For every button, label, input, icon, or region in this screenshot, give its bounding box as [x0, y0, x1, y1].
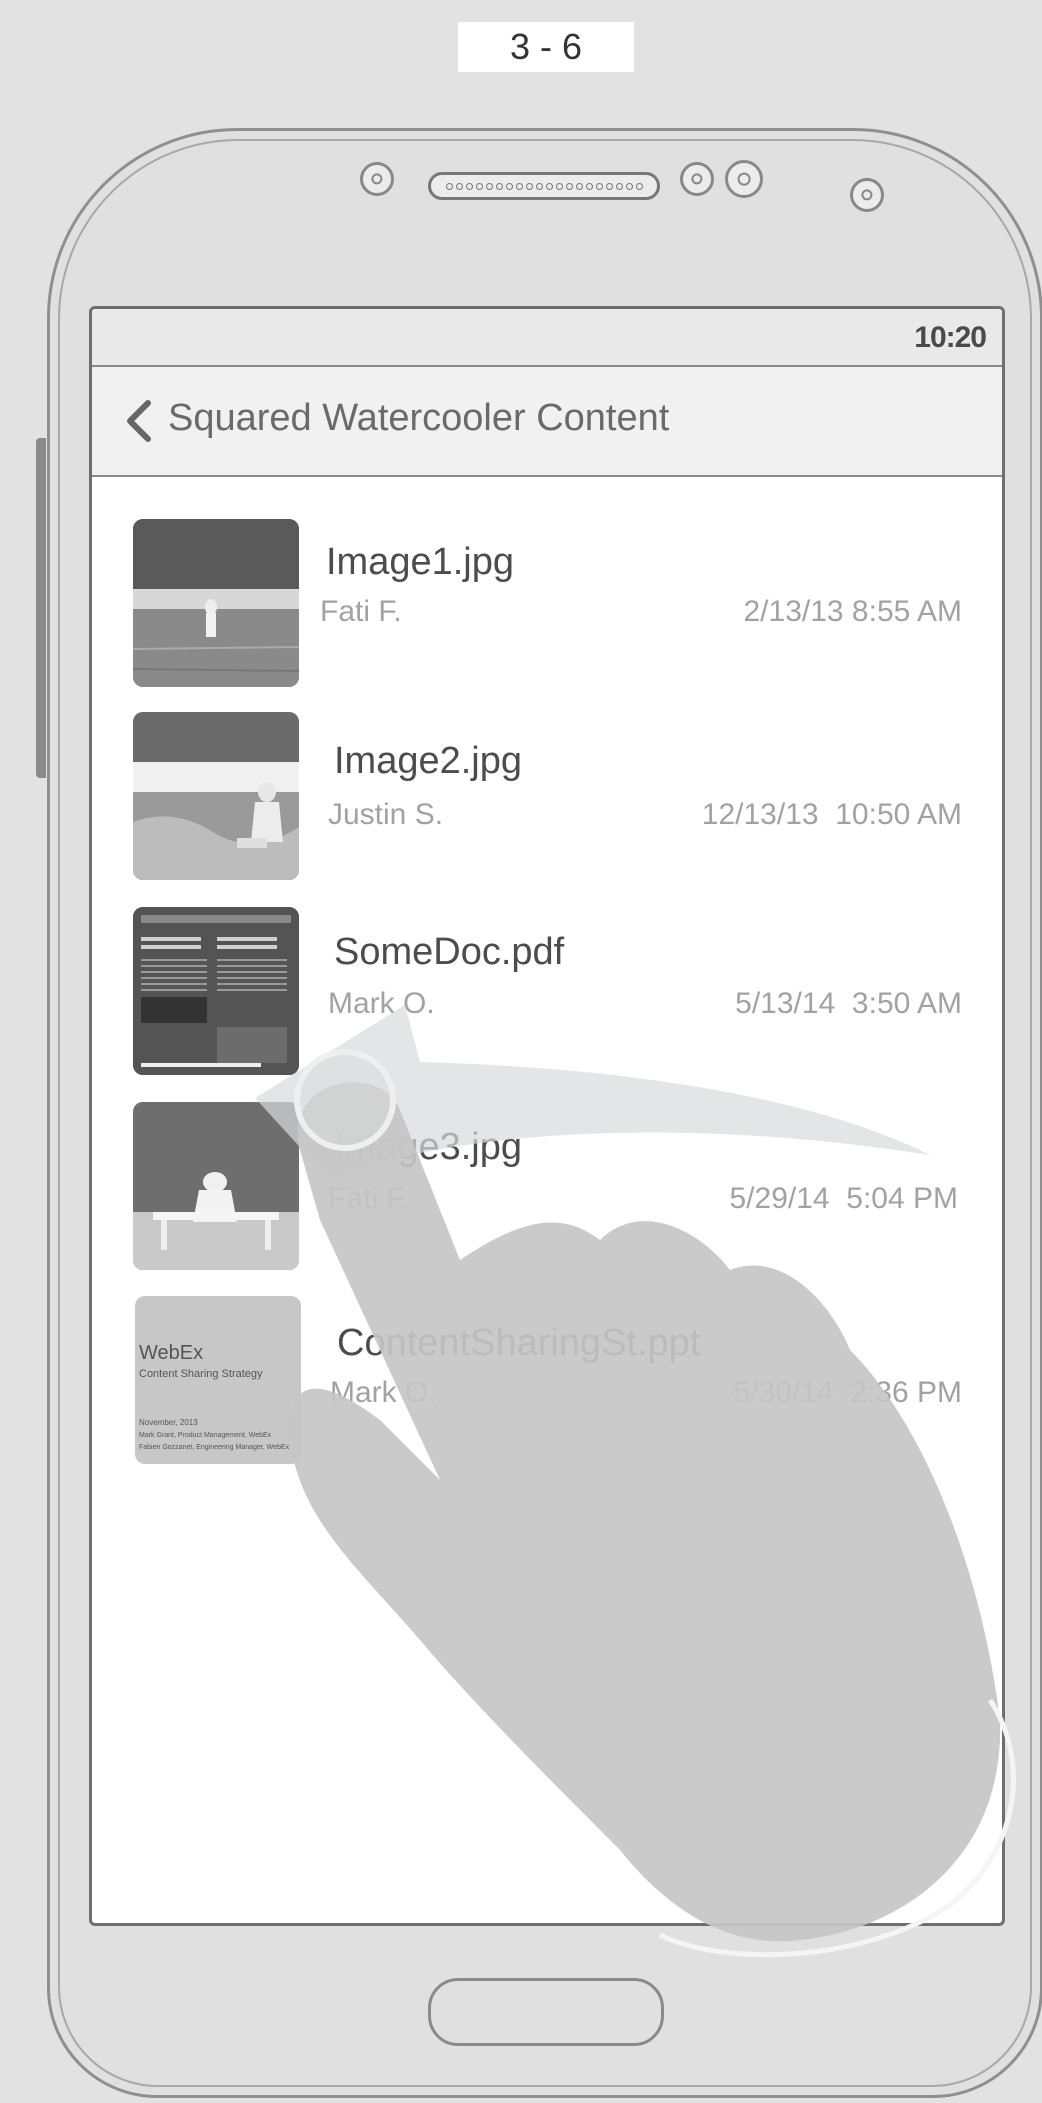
camera-sensor-icon	[360, 162, 394, 196]
proximity-sensor-icon	[680, 162, 714, 196]
front-camera-icon	[725, 160, 763, 198]
file-thumbnail	[133, 907, 299, 1075]
file-date: 5/29/14 5:04 PM	[729, 1182, 959, 1215]
file-author: Mark O.	[328, 987, 435, 1020]
file-date: 2/13/13 8:55 AM	[743, 595, 963, 628]
file-author: Fati F.	[328, 1182, 410, 1215]
file-date: 5/13/14 3:50 AM	[735, 987, 962, 1020]
slide-subtitle: Content Sharing Strategy	[139, 1368, 263, 1380]
file-author: Fati F.	[320, 595, 402, 628]
app-bar: Squared Watercooler Content	[92, 367, 1002, 477]
file-thumbnail	[133, 1102, 299, 1270]
slide-line-2: Fabien Gozzanet, Engineering Manager, We…	[139, 1444, 290, 1451]
file-thumbnail: WebEx Content Sharing Strategy November,…	[135, 1296, 301, 1464]
list-item-image1[interactable]: Image1.jpg Fati F. 2/13/13 8:55 AM	[92, 515, 962, 687]
file-date: 12/13/13 10:50 AM	[701, 798, 962, 831]
file-name: Image3.jpg	[334, 1126, 523, 1168]
file-thumbnail	[133, 519, 299, 687]
photo-person-field-icon	[133, 519, 299, 687]
file-name: Image2.jpg	[334, 740, 523, 782]
step-label: 3 - 6	[458, 22, 634, 72]
earpiece-speaker	[428, 172, 660, 200]
document-preview-icon	[133, 907, 299, 1075]
photo-person-lake-icon	[133, 712, 299, 880]
slide-date: November, 2013	[139, 1418, 198, 1427]
side-key	[36, 438, 46, 778]
light-sensor-icon	[850, 178, 884, 212]
list-item-somedoc[interactable]: SomeDoc.pdf Mark O. 5/13/14 3:50 AM	[92, 907, 962, 1079]
file-thumbnail	[133, 712, 299, 880]
page-title: Squared Watercooler Content	[168, 397, 670, 439]
file-name: SomeDoc.pdf	[334, 931, 565, 973]
chevron-left-icon	[127, 400, 151, 442]
file-name: Image1.jpg	[326, 541, 515, 583]
home-button[interactable]	[428, 1978, 664, 2046]
status-time: 10:20	[914, 321, 987, 354]
file-date: 5/30/14 2:36 PM	[733, 1376, 963, 1409]
photo-person-bench-icon	[133, 1102, 299, 1270]
list-item-contentsharing[interactable]: WebEx Content Sharing Strategy November,…	[92, 1296, 962, 1468]
list-item-image2[interactable]: Image2.jpg Justin S. 12/13/13 10:50 AM	[92, 712, 962, 884]
file-author: Justin S.	[328, 798, 444, 831]
slide-brand: WebEx	[139, 1342, 204, 1364]
back-button[interactable]	[120, 389, 156, 453]
slide-line-1: Mark Grant, Product Management, WebEx	[139, 1432, 272, 1439]
status-bar: 10:20	[92, 309, 1002, 367]
file-name: ContentSharingSt.ppt	[337, 1322, 701, 1364]
list-item-image3[interactable]: Image3.jpg Fati F. 5/29/14 5:04 PM	[92, 1102, 962, 1274]
file-author: Mark O.	[330, 1376, 437, 1409]
